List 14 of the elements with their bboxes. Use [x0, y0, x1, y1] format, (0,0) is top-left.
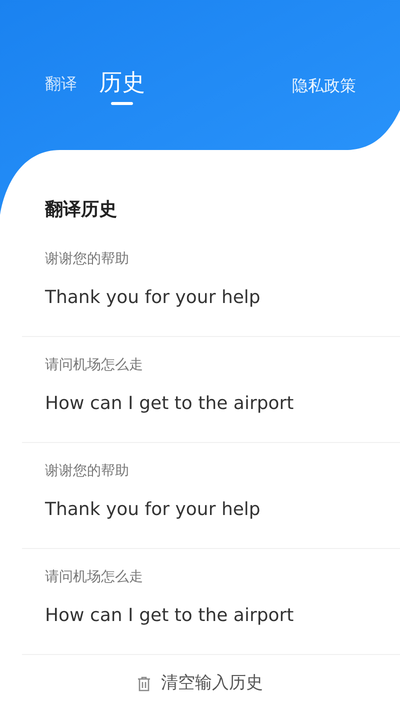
- privacy-policy-link[interactable]: 隐私政策: [292, 74, 356, 98]
- translation-text: How can I get to the airport: [45, 392, 295, 416]
- source-text: 谢谢您的帮助: [45, 250, 130, 269]
- source-text: 请问机场怎么走: [45, 356, 144, 375]
- translation-text: How can I get to the airport: [45, 604, 295, 628]
- translation-text: Thank you for your help: [45, 498, 262, 522]
- section-title: 翻译历史: [44, 198, 118, 222]
- source-text: 请问机场怎么走: [45, 568, 144, 587]
- tab[interactable]: 历史: [99, 68, 145, 105]
- trash-icon: [137, 676, 151, 692]
- tab[interactable]: 翻译: [45, 74, 77, 94]
- clear-history-button[interactable]: 清空输入历史: [137, 671, 263, 696]
- source-text: 谢谢您的帮助: [45, 462, 130, 481]
- translation-text: Thank you for your help: [45, 286, 262, 310]
